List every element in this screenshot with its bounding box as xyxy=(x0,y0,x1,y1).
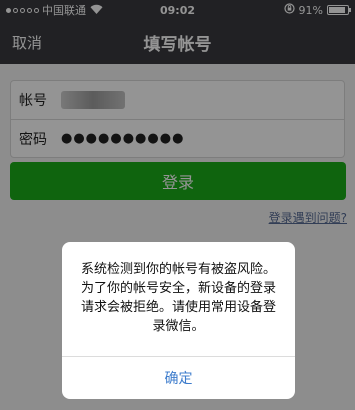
alert-dialog: 系统检测到你的帐号有被盗风险。为了你的帐号安全，新设备的登录请求会被拒绝。请使用… xyxy=(62,242,295,399)
alert-message: 系统检测到你的帐号有被盗风险。为了你的帐号安全，新设备的登录请求会被拒绝。请使用… xyxy=(80,262,276,334)
login-screen: 中国联通 09:02 91% 取消 填写帐号 帐号 密码 ●●●●●●●●●● … xyxy=(0,0,355,410)
confirm-button[interactable]: 确定 xyxy=(62,357,295,399)
